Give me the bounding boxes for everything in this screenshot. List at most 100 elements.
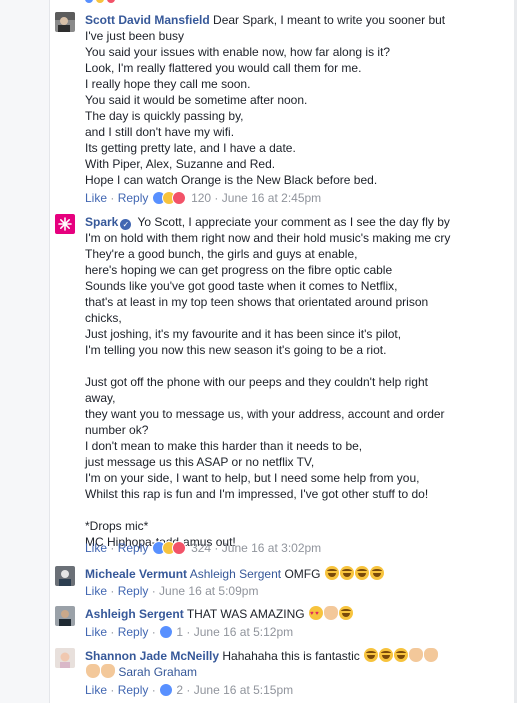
tears-of-joy-icon xyxy=(369,566,384,580)
comment-scott: Scott David Mansfield Dear Spark, I mean… xyxy=(55,12,510,207)
reply-button[interactable]: Reply xyxy=(118,584,149,598)
comment-shannon: Shannon Jade McNeilly Hahahaha this is f… xyxy=(55,648,510,700)
reactions-summary[interactable] xyxy=(151,191,188,205)
tears-of-joy-icon xyxy=(394,648,409,662)
like-button[interactable]: Like xyxy=(85,625,107,639)
tears-of-joy-icon xyxy=(364,648,379,662)
comment-text-line: The day is quickly passing by, xyxy=(85,109,244,123)
separator: · xyxy=(107,625,118,639)
comment-timestamp[interactable]: June 16 at 5:09pm xyxy=(159,584,258,598)
comment-micheale: Micheale Vermunt Ashleigh Sergent OMFG L… xyxy=(55,566,510,600)
likes-summary[interactable] xyxy=(159,625,174,639)
haha-reaction-icon xyxy=(96,0,104,3)
separator: · xyxy=(183,625,194,639)
tagged-user-link[interactable]: Ashleigh Sergent xyxy=(190,567,281,581)
comment-timestamp[interactable]: June 16 at 2:45pm xyxy=(222,191,321,205)
avatar[interactable] xyxy=(55,648,75,668)
comment-thread: Scott David Mansfield Dear Spark, I mean… xyxy=(49,0,517,703)
comment-actions: Like · Reply · 2 · June 16 at 5:15pm xyxy=(85,682,293,698)
profile-photo-icon xyxy=(55,566,75,586)
comment-text-line: and I still don't have my wifi. xyxy=(85,125,235,139)
reaction-count[interactable]: 120 xyxy=(191,191,211,205)
comment-text-line: away, xyxy=(85,391,116,405)
comment-author[interactable]: Ashleigh Sergent xyxy=(85,607,184,621)
separator: · xyxy=(107,683,118,697)
comment-text-line: chicks, xyxy=(85,311,122,325)
separator: · xyxy=(107,584,118,598)
separator: · xyxy=(211,541,222,555)
tears-of-joy-icon xyxy=(338,606,353,620)
love-reaction-icon xyxy=(107,0,115,3)
separator: · xyxy=(211,191,222,205)
separator: · xyxy=(148,683,160,697)
tears-of-joy-icon xyxy=(324,566,339,580)
likes-summary[interactable] xyxy=(159,683,174,697)
separator: · xyxy=(148,584,160,598)
comment-author[interactable]: Spark xyxy=(85,215,118,229)
comment-text-line: Look, I'm really flattered you would cal… xyxy=(85,61,362,75)
like-button[interactable]: Like xyxy=(85,191,107,205)
comment-text-line: number ok? xyxy=(85,423,149,437)
comment-text-line: just message us this ASAP or no netflix … xyxy=(85,455,315,469)
comment-actions: Like · Reply · June 16 at 5:09pm xyxy=(85,583,258,599)
comment-text-line: Just joshing, it's my favourite and it h… xyxy=(85,327,402,341)
love-reaction-icon xyxy=(171,191,186,205)
like-reaction-icon xyxy=(159,683,174,697)
like-button[interactable]: Like xyxy=(85,683,107,697)
previous-reactions-clipped xyxy=(85,0,115,4)
comment-actions: Like · Reply · 1 · June 16 at 5:12pm xyxy=(85,624,293,640)
tears-of-joy-icon xyxy=(354,566,369,580)
comment-ashleigh: Ashleigh Sergent THAT WAS AMAZING Like ·… xyxy=(55,606,510,642)
comment-text-line: Sounds like you've got good taste when i… xyxy=(85,279,398,293)
reactions-summary[interactable] xyxy=(151,541,188,555)
comment-text-line: I'm on your side, I want to help, but I … xyxy=(85,471,420,485)
like-button[interactable]: Like xyxy=(85,541,107,555)
reply-button[interactable]: Reply xyxy=(118,683,149,697)
comment-text-line: Whilst this rap is fun and I'm impressed… xyxy=(85,487,429,501)
tagged-user-link[interactable]: Sarah Graham xyxy=(118,665,197,679)
avatar[interactable] xyxy=(55,214,75,234)
comment-text-line: I'm telling you now this new season it's… xyxy=(85,343,387,357)
comment-text: Hahahaha this is fantastic xyxy=(222,649,360,663)
reply-button[interactable]: Reply xyxy=(118,625,149,639)
comment-author[interactable]: Micheale Vermunt xyxy=(85,567,187,581)
spark-logo-icon xyxy=(55,214,75,234)
clapping-hands-icon xyxy=(101,664,115,678)
comment-text-line: They're a good bunch, the girls and guys… xyxy=(85,247,358,261)
comment-text-line: I don't mean to make this harder than it… xyxy=(85,439,363,453)
comment-text-line: Hope I can watch Orange is the New Black… xyxy=(85,173,378,187)
clapping-hands-icon xyxy=(86,664,100,678)
tears-of-joy-icon xyxy=(379,648,394,662)
comment-author[interactable]: Scott David Mansfield xyxy=(85,13,210,27)
reply-button[interactable]: Reply xyxy=(118,191,149,205)
comment-text-line: Its getting pretty late, and I have a da… xyxy=(85,141,296,155)
comment-timestamp[interactable]: June 16 at 5:12pm xyxy=(194,625,293,639)
reaction-count[interactable]: 324 xyxy=(191,541,211,555)
avatar[interactable] xyxy=(55,12,75,32)
comment-text-line: that's at least in my top teen shows tha… xyxy=(85,295,429,309)
clapping-hands-icon xyxy=(409,648,424,662)
comment-spark: Spark ✓ Yo Scott, I appreciate your comme… xyxy=(55,214,510,559)
comment-timestamp[interactable]: June 16 at 5:15pm xyxy=(194,683,293,697)
like-button[interactable]: Like xyxy=(85,584,107,598)
separator: · xyxy=(107,541,118,555)
tears-of-joy-icon xyxy=(339,566,354,580)
comment-author[interactable]: Shannon Jade McNeilly xyxy=(85,649,219,663)
like-reaction-icon xyxy=(85,0,93,3)
comment-text-line: Dear Spark, I meant to write you sooner … xyxy=(213,13,446,27)
avatar[interactable] xyxy=(55,606,75,626)
comment-text-line: You said it would be sometime after noon… xyxy=(85,93,308,107)
comment-text-line: here's hoping we can get progress on the… xyxy=(85,263,393,277)
clapping-hands-icon xyxy=(424,648,439,662)
love-reaction-icon xyxy=(171,541,186,555)
separator: · xyxy=(107,191,118,205)
reply-button[interactable]: Reply xyxy=(118,541,149,555)
avatar[interactable] xyxy=(55,566,75,586)
comment-text-line: they want you to message us, with your a… xyxy=(85,407,445,421)
comment-text-line: I'm on hold with them right now and thei… xyxy=(85,231,451,245)
comment-actions: Like · Reply 120 · June 16 at 2:45pm xyxy=(85,190,321,206)
comment-timestamp[interactable]: June 16 at 3:02pm xyxy=(222,541,321,555)
comment-text-line: You said your issues with enable now, ho… xyxy=(85,45,391,59)
